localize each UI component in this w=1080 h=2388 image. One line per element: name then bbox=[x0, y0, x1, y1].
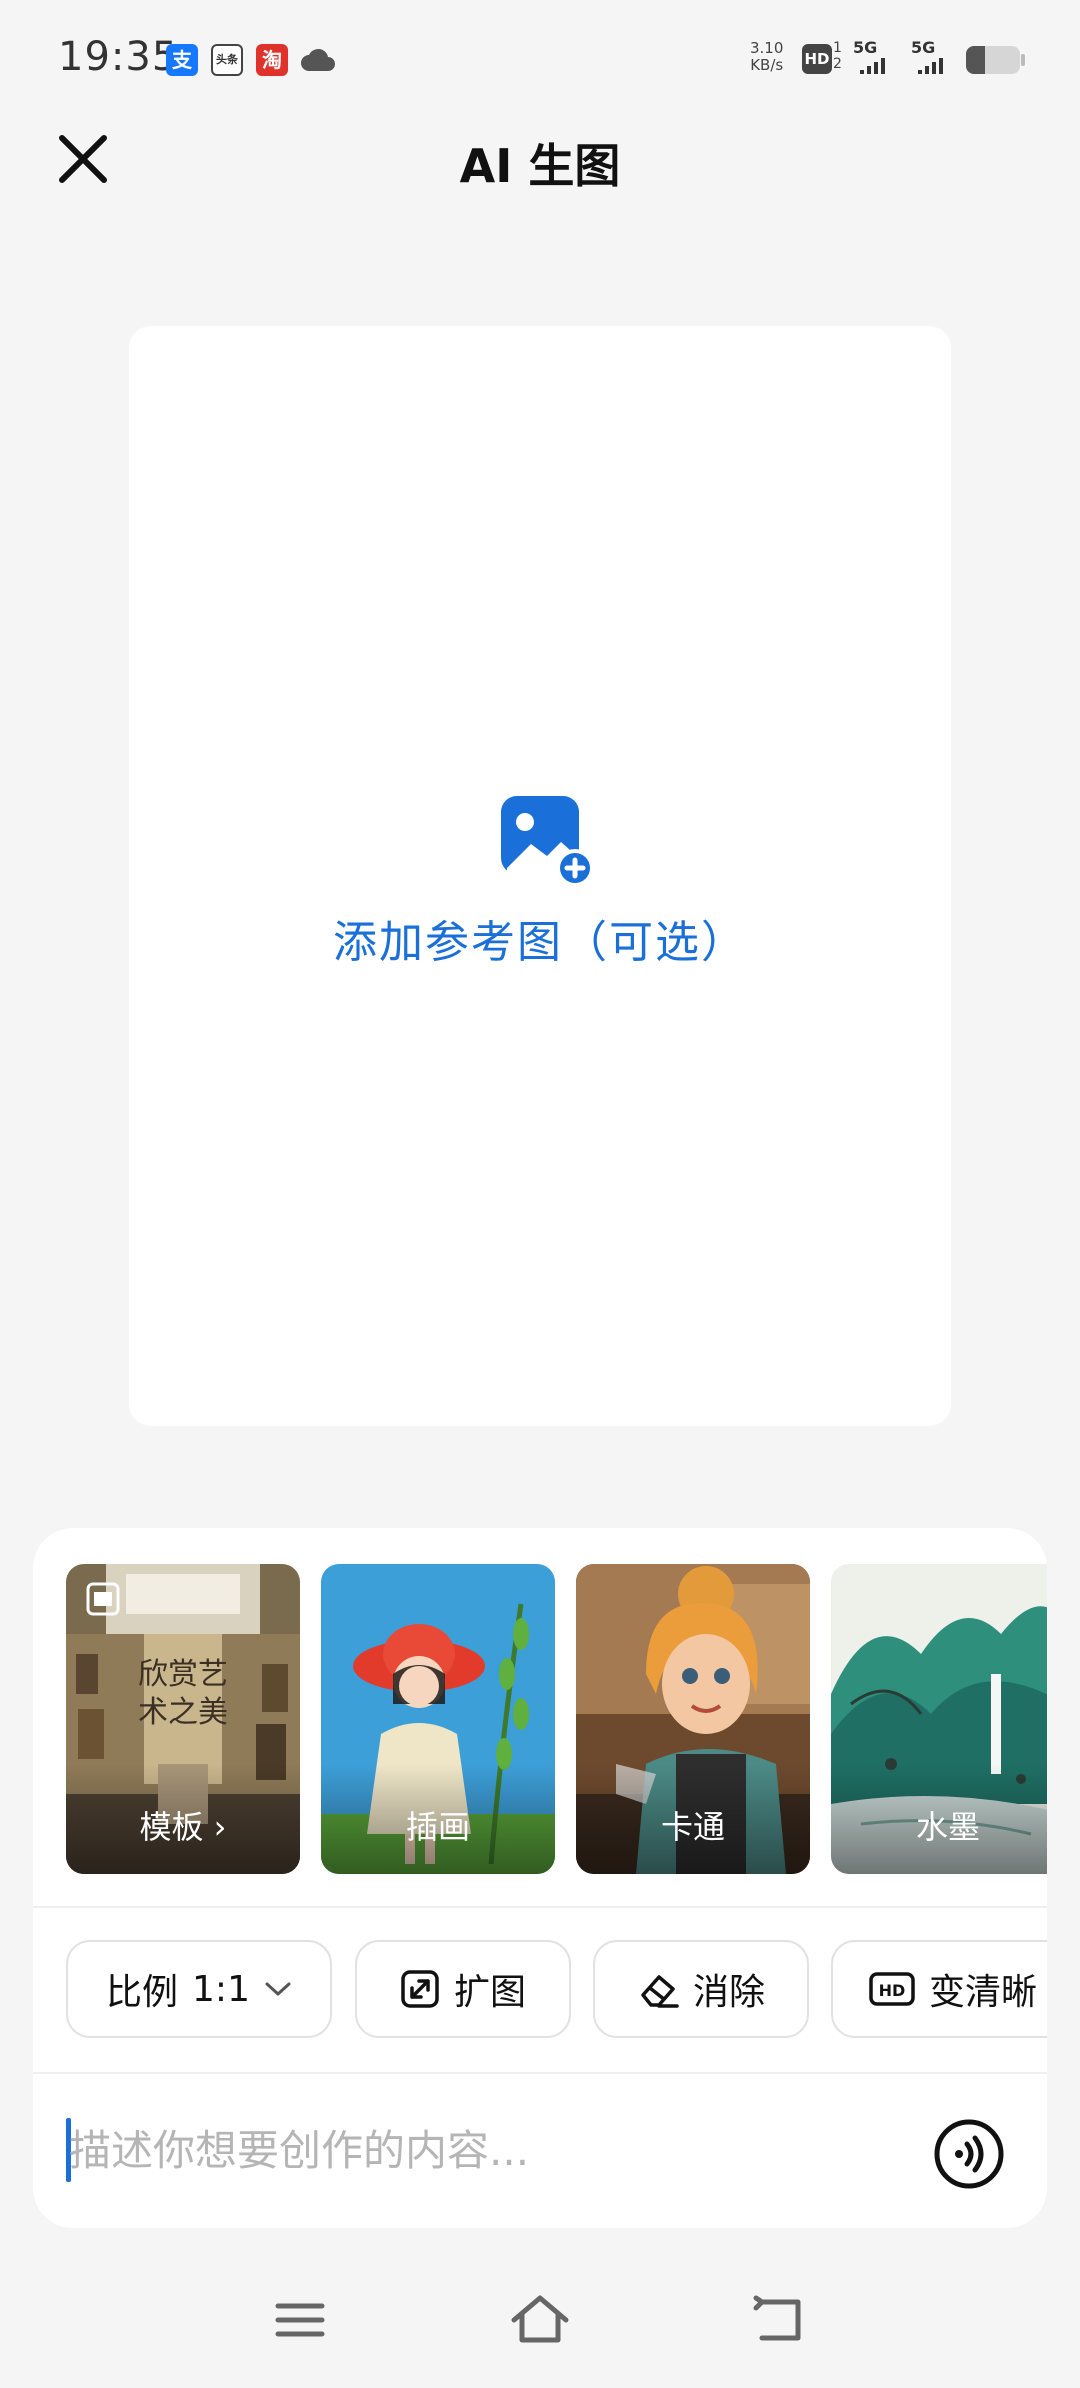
generation-panel: 欣赏艺术之美 模板 › 插画 卡通 水墨 比例 1:1 扩图 消除 HD 变清晰… bbox=[33, 1528, 1047, 2228]
expand-icon bbox=[401, 1970, 439, 2008]
battery-level bbox=[966, 46, 985, 74]
style-card-cartoon[interactable]: 卡通 bbox=[576, 1564, 810, 1874]
prompt-input[interactable] bbox=[69, 2114, 909, 2186]
panel-divider bbox=[33, 1906, 1047, 1908]
cloud-icon bbox=[301, 48, 335, 71]
erase-button[interactable]: 消除 bbox=[593, 1940, 809, 2038]
back-icon[interactable] bbox=[740, 2290, 820, 2350]
enhance-label: 变清晰 bbox=[929, 1972, 1038, 2013]
eraser-icon bbox=[641, 1975, 679, 2008]
expand-button[interactable]: 扩图 bbox=[355, 1940, 571, 2038]
tools-row: 比例 1:1 扩图 消除 HD 变清晰 bbox=[66, 1940, 1047, 2040]
page-title: AI 生图 bbox=[459, 139, 621, 193]
add-reference-label: 添加参考图（可选） bbox=[333, 917, 747, 968]
add-reference-image-card[interactable]: 添加参考图（可选） bbox=[129, 326, 951, 1426]
network-speed-unit: KB/s bbox=[750, 56, 784, 74]
signal-2-bars-icon bbox=[918, 58, 943, 74]
ratio-value: 1:1 bbox=[192, 1968, 250, 2010]
ratio-label: 比例 bbox=[106, 1972, 179, 2013]
hd-icon: HD bbox=[869, 1972, 915, 2006]
style-card-ink[interactable]: 水墨 bbox=[831, 1564, 1047, 1874]
sim-numbers: 1 2 bbox=[833, 40, 842, 72]
network-speed: 3.10 KB/s bbox=[750, 40, 783, 74]
signal-1-label: 5G bbox=[853, 38, 878, 57]
ratio-select[interactable]: 比例 1:1 bbox=[66, 1940, 332, 2038]
battery-icon bbox=[966, 46, 1020, 74]
signal-1-bars-icon bbox=[860, 58, 885, 74]
voice-input-icon[interactable] bbox=[933, 2118, 1005, 2190]
menu-icon[interactable] bbox=[260, 2290, 340, 2350]
style-card-template[interactable]: 欣赏艺术之美 模板 › bbox=[66, 1564, 300, 1874]
erase-label: 消除 bbox=[692, 1972, 765, 2013]
network-speed-value: 3.10 bbox=[750, 39, 784, 57]
style-card-illustration[interactable]: 插画 bbox=[321, 1564, 555, 1874]
style-label-cartoon: 卡通 bbox=[660, 1808, 725, 1846]
sim-1-number: 1 bbox=[833, 40, 842, 56]
status-bar: 19:35 支 头条 淘 3.10 KB/s HD 1 2 5G 5G bbox=[0, 0, 1080, 118]
enhance-button[interactable]: HD 变清晰 bbox=[831, 1940, 1047, 2038]
status-time: 19:35 bbox=[58, 34, 179, 80]
sim-2-number: 2 bbox=[833, 56, 842, 72]
style-strip: 欣赏艺术之美 模板 › 插画 卡通 水墨 bbox=[66, 1564, 1047, 1874]
panel-divider bbox=[33, 2072, 1047, 2074]
app-root: 19:35 支 头条 淘 3.10 KB/s HD 1 2 5G 5G AI 生… bbox=[0, 0, 1080, 2388]
expand-label: 扩图 bbox=[453, 1972, 526, 2013]
battery-tip bbox=[1021, 54, 1025, 66]
home-icon[interactable] bbox=[500, 2290, 580, 2350]
signal-2-label: 5G bbox=[911, 38, 936, 57]
add-image-icon bbox=[501, 796, 594, 887]
style-label-ink: 水墨 bbox=[915, 1808, 980, 1846]
toutiao-icon: 头条 bbox=[211, 44, 243, 76]
taobao-icon: 淘 bbox=[256, 44, 288, 76]
style-label-template: 模板 › bbox=[139, 1808, 227, 1846]
style-label-illustration: 插画 bbox=[405, 1808, 470, 1846]
hd-voice-badge: HD bbox=[802, 44, 832, 74]
alipay-icon: 支 bbox=[166, 44, 198, 76]
chevron-down-icon bbox=[265, 1982, 291, 1996]
hd-icon-text: HD bbox=[879, 1981, 906, 2000]
